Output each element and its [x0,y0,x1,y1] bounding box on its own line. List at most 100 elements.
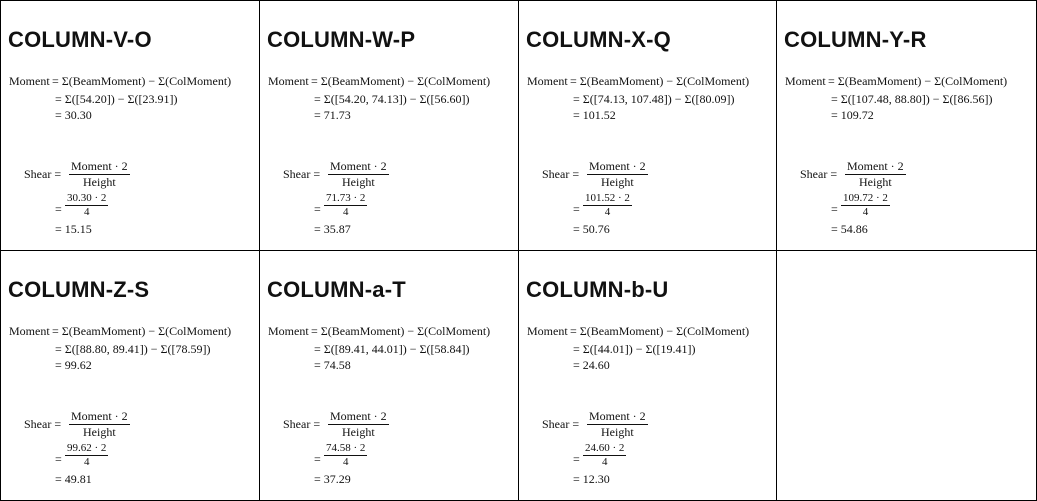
column-cell: COLUMN-V-O Moment = Σ(BeamMoment) − Σ(Co… [0,0,260,251]
column-title: COLUMN-X-Q [526,27,671,52]
shear-substitution-numerator: 109.72 · 2 [841,192,890,206]
shear-label: Shear = [542,167,580,181]
shear-formula-fraction: Moment · 2 Height [587,159,648,190]
column-cell: COLUMN-Z-S Moment = Σ(BeamMoment) − Σ(Co… [0,251,260,501]
moment-substitution: = Σ([74.13, 107.48]) − Σ([80.09]) [573,92,735,106]
column-calculation-grid: COLUMN-V-O Moment = Σ(BeamMoment) − Σ(Co… [0,0,1037,501]
shear-label: Shear = [800,167,838,181]
shear-substitution-fraction: 24.60 · 2 4 [583,442,627,469]
moment-label: Moment [9,74,50,88]
moment-result: = 109.72 [831,108,874,122]
shear-formula-numerator: Moment · 2 [69,409,130,425]
shear-label: Shear = [283,417,321,431]
shear-formula-denominator: Height [342,425,375,439]
shear-substitution-numerator: 99.62 · 2 [65,442,109,456]
shear-result: = 50.76 [573,222,610,236]
moment-formula: = Σ(BeamMoment) − Σ(ColMoment) [52,324,232,338]
shear-equals: = [55,202,62,216]
shear-label: Shear = [283,167,321,181]
column-cell: COLUMN-Y-R Moment = Σ(BeamMoment) − Σ(Co… [777,0,1037,251]
shear-substitution-denominator: 4 [604,206,611,218]
shear-substitution-fraction: 71.73 · 2 4 [324,192,368,219]
shear-label: Shear = [542,417,580,431]
shear-formula-numerator: Moment · 2 [845,159,906,175]
shear-formula-denominator: Height [601,175,634,189]
shear-result: = 12.30 [573,472,610,486]
shear-equals: = [573,452,580,466]
shear-substitution-denominator: 4 [83,206,90,218]
column-cell: COLUMN-a-T Moment = Σ(BeamMoment) − Σ(Co… [260,251,519,501]
moment-label: Moment [527,324,568,338]
shear-formula-numerator: Moment · 2 [587,409,648,425]
shear-substitution-numerator: 71.73 · 2 [324,192,368,206]
moment-substitution: = Σ([44.01]) − Σ([19.41]) [573,342,696,356]
shear-substitution-fraction: 101.52 · 2 4 [583,192,632,219]
moment-label: Moment [9,324,50,338]
shear-substitution-numerator: 30.30 · 2 [65,192,109,206]
moment-substitution: = Σ([54.20, 74.13]) − Σ([56.60]) [314,92,470,106]
column-cell: COLUMN-X-Q Moment = Σ(BeamMoment) − Σ(Co… [519,0,777,251]
shear-substitution-numerator: 24.60 · 2 [583,442,627,456]
moment-formula: = Σ(BeamMoment) − Σ(ColMoment) [52,74,232,88]
moment-substitution: = Σ([88.80, 89.41]) − Σ([78.59]) [55,342,211,356]
shear-formula-numerator: Moment · 2 [587,159,648,175]
shear-result: = 15.15 [55,222,92,236]
column-title: COLUMN-a-T [267,277,406,302]
moment-label: Moment [527,74,568,88]
shear-result: = 37.29 [314,472,351,486]
shear-equals: = [573,202,580,216]
shear-result: = 54.86 [831,222,868,236]
shear-result: = 35.87 [314,222,351,236]
column-cell: COLUMN-W-P Moment = Σ(BeamMoment) − Σ(Co… [260,0,519,251]
moment-formula: = Σ(BeamMoment) − Σ(ColMoment) [570,74,750,88]
shear-substitution-fraction: 74.58 · 2 4 [324,442,368,469]
shear-substitution-denominator: 4 [342,206,349,218]
shear-formula-fraction: Moment · 2 Height [328,159,389,190]
shear-substitution-numerator: 74.58 · 2 [324,442,368,456]
moment-substitution: = Σ([54.20]) − Σ([23.91]) [55,92,178,106]
moment-result: = 30.30 [55,108,92,122]
moment-result: = 71.73 [314,108,351,122]
moment-formula: = Σ(BeamMoment) − Σ(ColMoment) [311,74,491,88]
shear-substitution-denominator: 4 [83,456,90,468]
shear-formula-denominator: Height [601,425,634,439]
shear-formula-fraction: Moment · 2 Height [587,409,648,440]
shear-formula-denominator: Height [859,175,892,189]
shear-substitution-fraction: 30.30 · 2 4 [65,192,109,219]
moment-label: Moment [268,74,309,88]
column-title: COLUMN-b-U [526,277,669,302]
moment-substitution: = Σ([89.41, 44.01]) − Σ([58.84]) [314,342,470,356]
moment-substitution: = Σ([107.48, 88.80]) − Σ([86.56]) [831,92,993,106]
shear-equals: = [314,452,321,466]
moment-label: Moment [785,74,826,88]
moment-result: = 74.58 [314,358,351,372]
moment-formula: = Σ(BeamMoment) − Σ(ColMoment) [828,74,1008,88]
shear-substitution-denominator: 4 [862,206,869,218]
empty-cell [777,251,1037,501]
shear-equals: = [314,202,321,216]
shear-equals: = [55,452,62,466]
shear-substitution-denominator: 4 [601,456,608,468]
moment-result: = 101.52 [573,108,616,122]
column-title: COLUMN-V-O [8,27,152,52]
shear-formula-fraction: Moment · 2 Height [69,409,130,440]
shear-formula-numerator: Moment · 2 [328,159,389,175]
column-title: COLUMN-W-P [267,27,416,52]
shear-formula-denominator: Height [83,175,116,189]
shear-substitution-denominator: 4 [342,456,349,468]
moment-label: Moment [268,324,309,338]
shear-formula-denominator: Height [83,425,116,439]
shear-substitution-fraction: 99.62 · 2 4 [65,442,109,469]
shear-label: Shear = [24,417,62,431]
shear-formula-fraction: Moment · 2 Height [69,159,130,190]
moment-formula: = Σ(BeamMoment) − Σ(ColMoment) [570,324,750,338]
shear-formula-numerator: Moment · 2 [69,159,130,175]
shear-equals: = [831,202,838,216]
shear-formula-fraction: Moment · 2 Height [328,409,389,440]
column-title: COLUMN-Y-R [784,27,927,52]
moment-formula: = Σ(BeamMoment) − Σ(ColMoment) [311,324,491,338]
shear-formula-numerator: Moment · 2 [328,409,389,425]
shear-formula-denominator: Height [342,175,375,189]
column-cell: COLUMN-b-U Moment = Σ(BeamMoment) − Σ(Co… [519,251,777,501]
shear-substitution-numerator: 101.52 · 2 [583,192,632,206]
